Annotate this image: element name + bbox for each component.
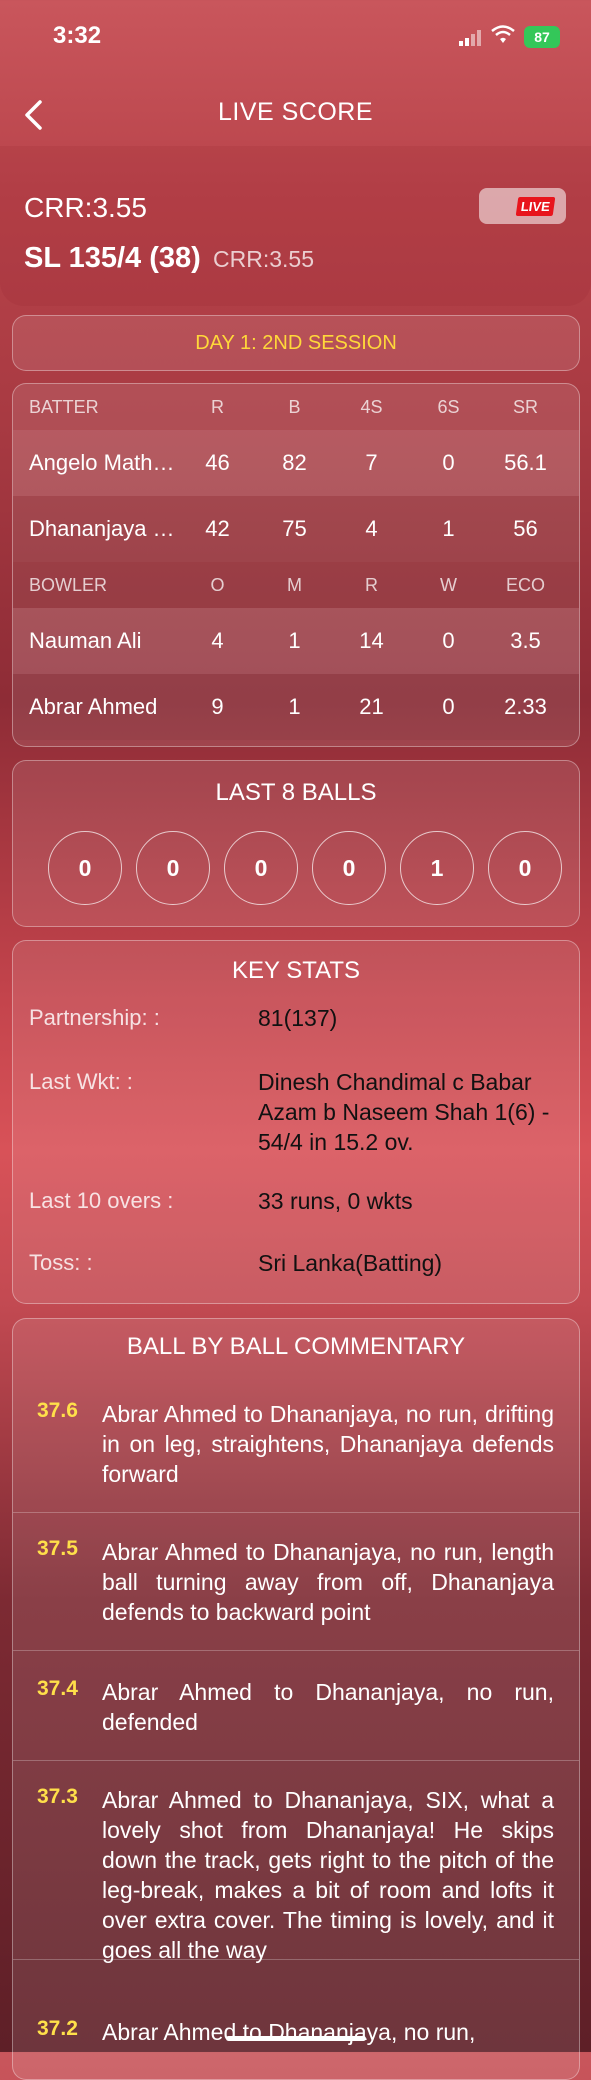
page-title: LIVE SCORE bbox=[217, 98, 374, 126]
col-header: SR bbox=[512, 396, 538, 417]
col-header: 6S bbox=[437, 396, 460, 417]
home-indicator[interactable] bbox=[226, 2036, 366, 2041]
bowler-row[interactable]: Abrar Ahmed 9 1 21 0 2.33 bbox=[13, 674, 579, 740]
stat-value: Sri Lanka(Batting) bbox=[258, 1250, 443, 1276]
commentary-text: Abrar Ahmed to Dhananjaya, SIX, what a l… bbox=[102, 1787, 554, 1963]
col-header: W bbox=[440, 574, 457, 595]
col-header: 4S bbox=[360, 396, 383, 417]
commentary-over: 37.2 bbox=[37, 2017, 78, 2040]
current-run-rate-secondary: CRR:3.55 bbox=[213, 246, 314, 272]
bowler-wickets: 0 bbox=[442, 694, 455, 719]
bowling-header-row: BOWLER O M R W ECO bbox=[13, 562, 579, 608]
batter-runs: 42 bbox=[205, 516, 230, 541]
col-header: O bbox=[210, 574, 225, 595]
col-header: R bbox=[365, 574, 378, 595]
last-balls-panel: LAST 8 BALLS 0 0 0 0 1 0 bbox=[12, 760, 580, 927]
batter-fours: 7 bbox=[365, 450, 378, 475]
commentary-over: 37.6 bbox=[37, 1399, 78, 1422]
batter-row[interactable]: Dhananjaya … 42 75 4 1 56 bbox=[13, 496, 579, 562]
commentary-over: 37.4 bbox=[37, 1677, 78, 1700]
status-time: 3:32 bbox=[53, 22, 102, 49]
status-bar: 3:32 87 bbox=[0, 0, 591, 74]
battery-icon: 87 bbox=[524, 26, 560, 48]
bowler-overs: 9 bbox=[211, 694, 224, 719]
ball-result: 0 bbox=[224, 831, 298, 905]
commentary-over: 37.3 bbox=[37, 1785, 78, 1808]
batter-sixes: 1 bbox=[442, 516, 455, 541]
commentary-item: 37.6 Abrar Ahmed to Dhananjaya, no run, … bbox=[13, 1399, 579, 1513]
col-header: BATTER bbox=[29, 396, 99, 417]
commentary-item: 37.3 Abrar Ahmed to Dhananjaya, SIX, wha… bbox=[13, 1785, 579, 1963]
session-label: DAY 1: 2ND SESSION bbox=[195, 332, 397, 354]
stat-value: Dinesh Chandimal c Babar Azam b Naseem S… bbox=[258, 1069, 550, 1155]
current-run-rate: CRR:3.55 bbox=[24, 192, 147, 223]
bowler-economy: 3.5 bbox=[510, 628, 541, 653]
stat-label: Toss: : bbox=[29, 1250, 93, 1275]
batter-strike-rate: 56.1 bbox=[504, 450, 547, 475]
ball-result: 0 bbox=[48, 831, 122, 905]
key-stats-panel: KEY STATS Partnership: : 81(137) Last Wk… bbox=[12, 940, 580, 1304]
wifi-icon bbox=[491, 25, 515, 43]
live-badge-label: LIVE bbox=[515, 197, 556, 216]
bowler-row[interactable]: Nauman Ali 4 1 14 0 3.5 bbox=[13, 608, 579, 674]
batter-runs: 46 bbox=[205, 450, 230, 475]
stat-label: Last Wkt: : bbox=[29, 1069, 133, 1094]
col-header: ECO bbox=[505, 574, 545, 595]
key-stats-title: KEY STATS bbox=[231, 957, 361, 984]
commentary-text: Abrar Ahmed to Dhananjaya, no run, drift… bbox=[102, 1401, 554, 1487]
team-score: SL 135/4 (38) bbox=[24, 242, 201, 274]
ball-result: 0 bbox=[488, 831, 562, 905]
stat-value: 33 runs, 0 wkts bbox=[258, 1188, 413, 1214]
batting-header-row: BATTER R B 4S 6S SR bbox=[13, 384, 579, 430]
bowler-wickets: 0 bbox=[442, 628, 455, 653]
commentary-text: Abrar Ahmed to Dhananjaya, no run, defen… bbox=[102, 1679, 554, 1735]
commentary-item: 37.4 Abrar Ahmed to Dhananjaya, no run, … bbox=[13, 1677, 579, 1761]
stat-label: Last 10 overs : bbox=[29, 1188, 174, 1213]
batter-fours: 4 bbox=[365, 516, 378, 541]
col-header: R bbox=[211, 396, 224, 417]
batter-strike-rate: 56 bbox=[513, 516, 538, 541]
commentary-title: BALL BY BALL COMMENTARY bbox=[126, 1333, 466, 1360]
commentary-item: 37.5 Abrar Ahmed to Dhananjaya, no run, … bbox=[13, 1537, 579, 1651]
stat-label: Partnership: : bbox=[29, 1005, 160, 1030]
nav-bar: LIVE SCORE bbox=[0, 90, 591, 140]
bowler-name: Nauman Ali bbox=[29, 628, 142, 653]
bowler-name: Abrar Ahmed bbox=[29, 694, 158, 719]
scorecard-table: BATTER R B 4S 6S SR Angelo Math… 46 82 7… bbox=[12, 383, 580, 747]
commentary-text: Abrar Ahmed to Dhananjaya, no run, bbox=[102, 2019, 476, 2045]
live-badge: LIVE bbox=[479, 188, 566, 224]
cellular-signal-icon bbox=[459, 30, 481, 46]
col-header: BOWLER bbox=[29, 574, 108, 595]
batter-name: Angelo Math… bbox=[29, 450, 175, 475]
batter-row[interactable]: Angelo Math… 46 82 7 0 56.1 bbox=[13, 430, 579, 496]
ball-result: 1 bbox=[400, 831, 474, 905]
commentary-item: 37.2 Abrar Ahmed to Dhananjaya, no run, bbox=[13, 2017, 579, 2077]
batter-balls: 82 bbox=[282, 450, 307, 475]
commentary-text: Abrar Ahmed to Dhananjaya, no run, lengt… bbox=[102, 1539, 554, 1625]
batter-name: Dhananjaya … bbox=[29, 516, 175, 541]
batter-balls: 75 bbox=[282, 516, 307, 541]
col-header: B bbox=[288, 396, 301, 417]
batter-sixes: 0 bbox=[442, 450, 455, 475]
ball-result: 0 bbox=[136, 831, 210, 905]
stat-value: 81(137) bbox=[258, 1005, 338, 1031]
col-header: M bbox=[287, 574, 302, 595]
session-banner: DAY 1: 2ND SESSION bbox=[12, 315, 580, 371]
bowler-runs: 14 bbox=[359, 628, 384, 653]
commentary-panel: BALL BY BALL COMMENTARY 37.6 Abrar Ahmed… bbox=[12, 1318, 580, 2080]
bowler-runs: 21 bbox=[359, 694, 384, 719]
bowler-maidens: 1 bbox=[288, 628, 301, 653]
score-header: CRR:3.55 LIVE SL 135/4 (38) CRR:3.55 bbox=[0, 146, 591, 306]
bowler-maidens: 1 bbox=[288, 694, 301, 719]
last-balls-title: LAST 8 BALLS bbox=[215, 779, 377, 806]
bowler-overs: 4 bbox=[211, 628, 224, 653]
bowler-economy: 2.33 bbox=[504, 694, 547, 719]
commentary-over: 37.5 bbox=[37, 1537, 78, 1560]
ball-result: 0 bbox=[312, 831, 386, 905]
